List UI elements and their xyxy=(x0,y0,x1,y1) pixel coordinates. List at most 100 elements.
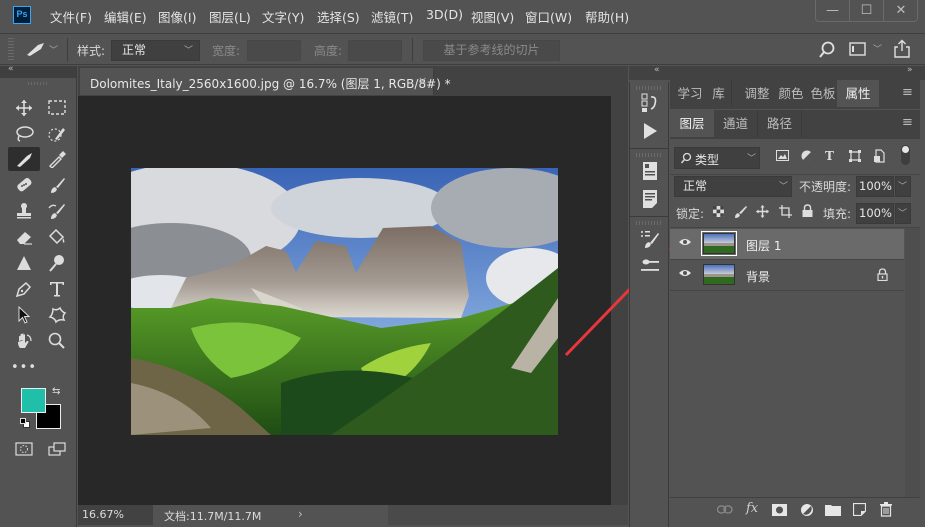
blend-mode-select[interactable]: 正常 ﹀ xyxy=(674,176,792,197)
dock-grip[interactable] xyxy=(636,86,662,90)
brush-tool[interactable] xyxy=(43,173,71,197)
lock-all-button[interactable] xyxy=(802,204,813,220)
path-selection-tool[interactable] xyxy=(10,303,38,327)
menu-select[interactable]: 选择(S) xyxy=(317,7,360,26)
menu-filter[interactable]: 滤镜(T) xyxy=(371,7,413,26)
tab-layers[interactable]: 图层 xyxy=(670,110,714,137)
pen-tool[interactable] xyxy=(10,277,38,301)
tool-preset-picker[interactable]: ﹀ xyxy=(24,40,58,61)
eyedropper-tool[interactable] xyxy=(43,147,71,171)
dock-grip[interactable] xyxy=(636,153,662,157)
tools-panel-header[interactable]: « xyxy=(0,64,76,78)
fx-icon[interactable]: fx xyxy=(746,501,758,516)
style-select[interactable]: 正常 ﹀ xyxy=(111,40,200,61)
healing-brush-tool[interactable] xyxy=(10,173,38,197)
tab-swatches[interactable]: 色板 xyxy=(808,80,838,107)
layer-row[interactable]: 图层 1 xyxy=(670,229,904,259)
clone-stamp-tool[interactable] xyxy=(10,199,38,223)
swap-colors-icon[interactable]: ⇆ xyxy=(52,386,60,397)
actions-panel-button[interactable] xyxy=(638,120,662,144)
layer-name[interactable]: 背景 xyxy=(746,268,770,285)
search-button[interactable] xyxy=(818,41,836,62)
layer-name[interactable]: 图层 1 xyxy=(746,237,781,254)
paint-bucket-tool[interactable] xyxy=(43,225,71,249)
lasso-tool[interactable] xyxy=(10,122,38,146)
menu-window[interactable]: 窗口(W) xyxy=(525,7,572,26)
marquee-tool[interactable] xyxy=(43,96,71,120)
dodge-tool[interactable] xyxy=(43,251,71,275)
quick-mask-button[interactable] xyxy=(10,438,38,462)
opacity-input[interactable]: 100% xyxy=(856,176,894,197)
adjustment-layer-icon[interactable] xyxy=(800,503,815,518)
eraser-tool[interactable] xyxy=(10,225,38,249)
trash-icon[interactable] xyxy=(880,502,892,517)
filter-shape-button[interactable] xyxy=(849,150,861,165)
panel-menu-icon[interactable]: ≡ xyxy=(902,85,913,100)
screen-mode-button[interactable] xyxy=(43,438,71,462)
move-tool[interactable] xyxy=(10,96,38,120)
menu-help[interactable]: 帮助(H) xyxy=(585,7,629,26)
tab-channels[interactable]: 通道 xyxy=(714,110,758,137)
document-tab[interactable]: Dolomites_Italy_2560x1600.jpg @ 16.7% (图… xyxy=(80,68,451,95)
collapse-icon[interactable]: « xyxy=(8,64,14,74)
collapse-left-icon[interactable]: « xyxy=(654,65,660,75)
filter-type-icon[interactable]: T xyxy=(825,149,834,163)
tab-learn[interactable]: 学习 xyxy=(674,80,706,107)
type-tool[interactable] xyxy=(43,277,71,301)
eye-icon[interactable] xyxy=(678,237,692,247)
more-tools-button[interactable]: ••• xyxy=(10,356,38,380)
menu-3d[interactable]: 3D(D) xyxy=(426,7,463,22)
fill-dropdown[interactable]: ﹀ xyxy=(895,203,911,224)
custom-shape-tool[interactable] xyxy=(43,303,71,327)
tab-paths[interactable]: 路径 xyxy=(758,110,802,137)
hand-tool[interactable] xyxy=(10,329,38,353)
mask-icon[interactable] xyxy=(772,504,787,516)
menu-view[interactable]: 视图(V) xyxy=(471,7,514,26)
quick-selection-tool[interactable] xyxy=(43,122,71,146)
new-layer-icon[interactable] xyxy=(853,503,866,516)
workspace-switcher[interactable]: ﹀ xyxy=(849,41,882,60)
menu-image[interactable]: 图像(I) xyxy=(158,7,196,26)
menu-file[interactable]: 文件(F) xyxy=(50,7,92,26)
minimize-button[interactable]: — xyxy=(816,0,850,21)
brush-settings-button[interactable] xyxy=(638,228,662,252)
filter-toggle[interactable] xyxy=(901,145,910,165)
status-menu-arrow[interactable]: › xyxy=(298,507,303,521)
folder-icon[interactable] xyxy=(825,503,841,516)
sharpen-tool[interactable] xyxy=(10,251,38,275)
panel-menu-icon[interactable]: ≡ xyxy=(902,115,913,130)
tab-properties[interactable]: 属性 xyxy=(837,80,879,107)
history-brush-tool[interactable] xyxy=(43,199,71,223)
collapse-right-icon[interactable]: » xyxy=(907,65,913,75)
filter-smart-object-button[interactable] xyxy=(873,149,885,166)
lock-artboard-button[interactable] xyxy=(779,205,792,221)
filter-adjustment-button[interactable] xyxy=(801,150,813,165)
dock-grip[interactable] xyxy=(636,221,662,225)
fill-input[interactable]: 100% xyxy=(856,203,894,224)
zoom-level-field[interactable]: 16.67% xyxy=(78,505,153,525)
layer-row[interactable]: 背景 xyxy=(670,260,904,290)
canvas-image[interactable] xyxy=(131,168,558,435)
layer-filter-select[interactable]: 类型 ﹀ xyxy=(674,147,760,169)
menu-layer[interactable]: 图层(L) xyxy=(209,7,251,26)
menu-type[interactable]: 文字(Y) xyxy=(262,7,304,26)
tab-libraries[interactable]: 库 xyxy=(706,80,732,107)
default-colors-icon[interactable] xyxy=(20,418,30,428)
zoom-tool[interactable] xyxy=(43,329,71,353)
history-panel-button[interactable] xyxy=(638,92,662,116)
slice-tool[interactable] xyxy=(8,147,40,171)
properties-panel-button[interactable] xyxy=(638,160,662,184)
share-button[interactable] xyxy=(893,39,911,62)
options-grip[interactable] xyxy=(8,38,14,60)
link-icon[interactable] xyxy=(717,505,733,514)
foreground-color-swatch[interactable] xyxy=(21,388,46,413)
lock-pixels-button[interactable] xyxy=(734,205,747,221)
tab-color[interactable]: 颜色 xyxy=(774,80,808,107)
tools-grip[interactable] xyxy=(28,82,48,85)
filter-pixel-button[interactable] xyxy=(776,150,789,165)
close-button[interactable]: ✕ xyxy=(884,0,918,21)
notes-panel-button[interactable] xyxy=(638,188,662,212)
menu-edit[interactable]: 编辑(E) xyxy=(104,7,147,26)
eye-icon[interactable] xyxy=(678,268,692,278)
brush-presets-button[interactable] xyxy=(638,256,662,280)
